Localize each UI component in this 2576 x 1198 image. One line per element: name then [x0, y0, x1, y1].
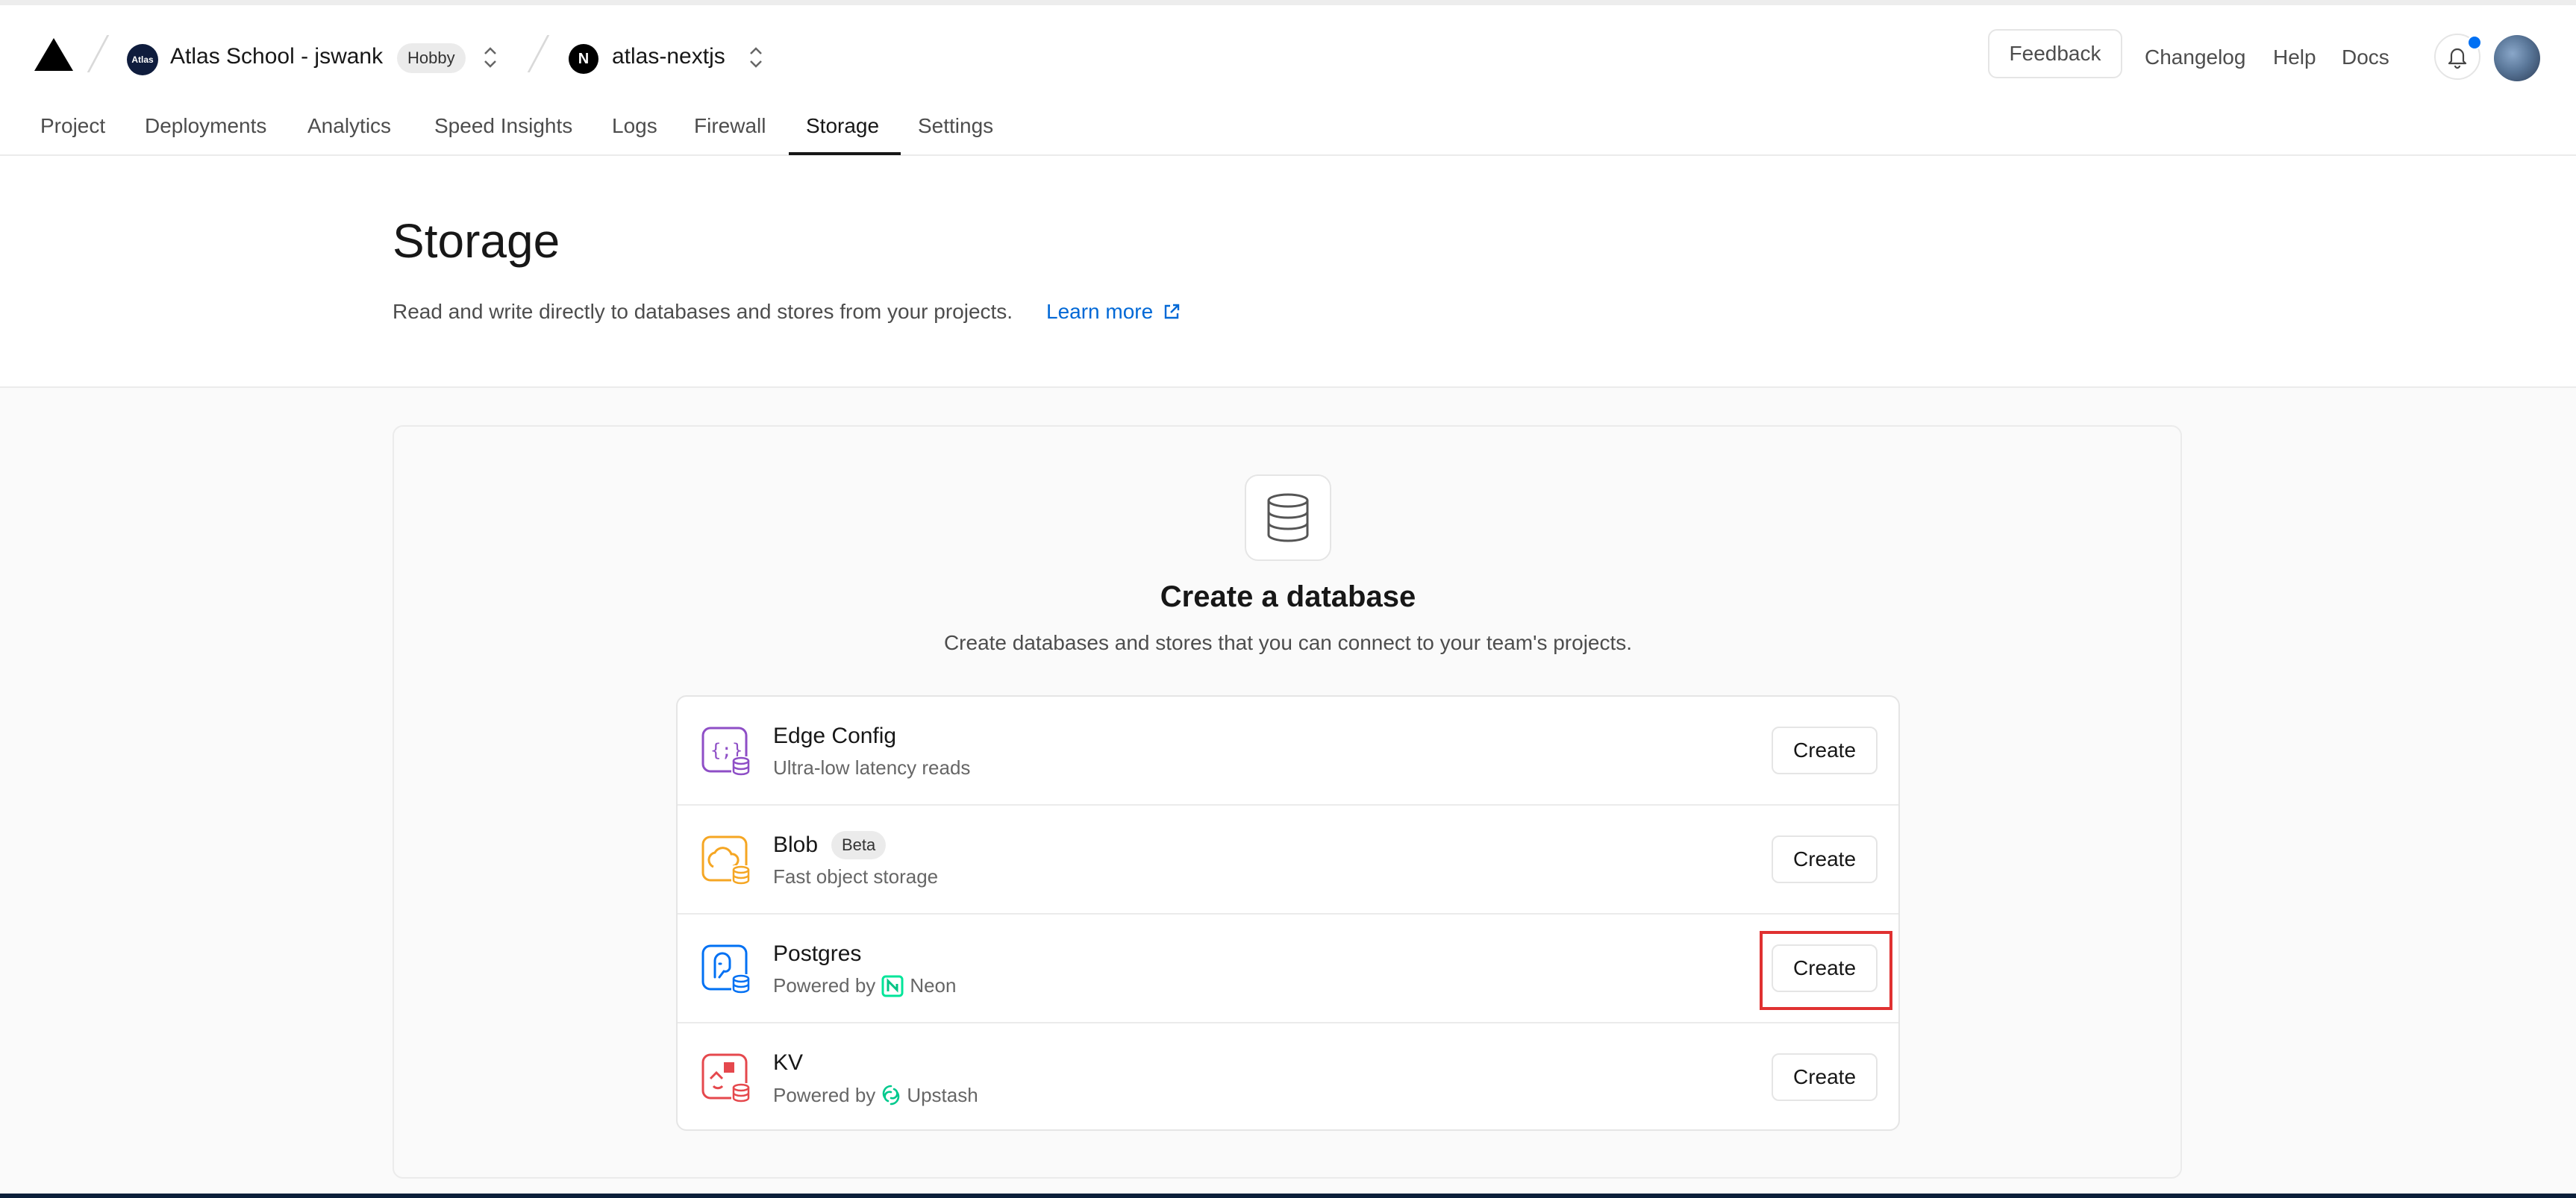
- create-database-description: Create databases and stores that you can…: [943, 631, 1633, 654]
- bottom-border: [0, 1194, 2576, 1198]
- learn-more-link[interactable]: Learn more: [1046, 300, 1153, 324]
- page-title: Storage: [393, 214, 560, 268]
- tab-deployments[interactable]: Deployments: [145, 114, 266, 138]
- database-name: Blob: [773, 832, 819, 857]
- neon-logo-icon: [881, 975, 904, 997]
- team-avatar[interactable]: Atlas: [127, 44, 158, 75]
- notification-dot: [2467, 35, 2482, 50]
- database-icon: [1267, 493, 1309, 542]
- tab-analytics[interactable]: Analytics: [307, 114, 391, 138]
- project-avatar[interactable]: N: [569, 44, 598, 74]
- separator-slash: [87, 35, 110, 72]
- database-subtitle: Ultra-low latency reads: [773, 756, 970, 780]
- docs-link[interactable]: Docs: [2342, 46, 2389, 69]
- database-list: {;} Edge Config Ultra-low latency reads …: [676, 695, 1900, 1131]
- kv-icon: [701, 1053, 751, 1103]
- powered-by-text: Powered by: [773, 974, 876, 997]
- team-switcher-chevron-icon[interactable]: [482, 43, 498, 72]
- provider-name: Neon: [910, 974, 957, 997]
- database-subtitle: Powered by Upstash: [773, 1083, 978, 1107]
- tab-settings[interactable]: Settings: [918, 114, 993, 138]
- database-name: Postgres: [773, 941, 862, 966]
- subtitle-text: Ultra-low latency reads: [773, 756, 971, 779]
- team-name[interactable]: Atlas School - jswank: [170, 44, 383, 69]
- create-kv-button[interactable]: Create: [1772, 1053, 1878, 1101]
- tab-logs[interactable]: Logs: [612, 114, 657, 138]
- database-subtitle: Powered by Neon: [773, 974, 956, 997]
- create-database-title: Create a database: [1160, 580, 1416, 613]
- blob-icon: [701, 835, 751, 885]
- list-item: Blob Beta Fast object storage Create: [678, 806, 1898, 915]
- header: Atlas Atlas School - jswank Hobby N atla…: [0, 5, 2576, 156]
- tab-firewall[interactable]: Firewall: [694, 114, 766, 138]
- upstash-logo-icon: [883, 1085, 900, 1106]
- project-switcher-chevron-icon[interactable]: [748, 43, 764, 72]
- subtitle-text: Fast object storage: [773, 865, 939, 888]
- external-link-icon[interactable]: [1161, 301, 1182, 322]
- changelog-link[interactable]: Changelog: [2145, 46, 2245, 69]
- vercel-logo-icon[interactable]: [34, 38, 73, 71]
- beta-badge: Beta: [831, 831, 887, 859]
- list-item: {;} Edge Config Ultra-low latency reads …: [678, 697, 1898, 806]
- create-blob-button[interactable]: Create: [1772, 835, 1878, 883]
- project-name[interactable]: atlas-nextjs: [612, 44, 725, 69]
- top-border: [0, 0, 2576, 5]
- separator-slash: [527, 35, 550, 72]
- plan-badge: Hobby: [397, 43, 466, 73]
- feedback-button[interactable]: Feedback: [1988, 29, 2122, 78]
- tab-storage[interactable]: Storage: [806, 114, 879, 138]
- edge-config-icon: {;}: [701, 727, 751, 776]
- tab-project[interactable]: Project: [40, 114, 105, 138]
- help-link[interactable]: Help: [2273, 46, 2316, 69]
- postgres-icon: [701, 944, 751, 994]
- database-name: KV: [773, 1050, 804, 1075]
- database-name: Edge Config: [773, 724, 897, 748]
- active-tab-indicator: [789, 152, 901, 155]
- user-avatar[interactable]: [2494, 35, 2540, 81]
- tab-speed-insights[interactable]: Speed Insights: [434, 114, 572, 138]
- highlight-box: [1760, 931, 1892, 1010]
- list-item: Postgres Powered by Neon Create: [678, 915, 1898, 1023]
- create-edge-config-button[interactable]: Create: [1772, 727, 1878, 774]
- powered-by-text: Powered by: [773, 1083, 876, 1106]
- database-subtitle: Fast object storage: [773, 865, 938, 888]
- provider-name: Upstash: [907, 1083, 978, 1106]
- list-item: KV Powered by Upstash Create: [678, 1023, 1898, 1129]
- page-description: Read and write directly to databases and…: [393, 300, 1013, 323]
- database-icon-box: [1245, 474, 1331, 561]
